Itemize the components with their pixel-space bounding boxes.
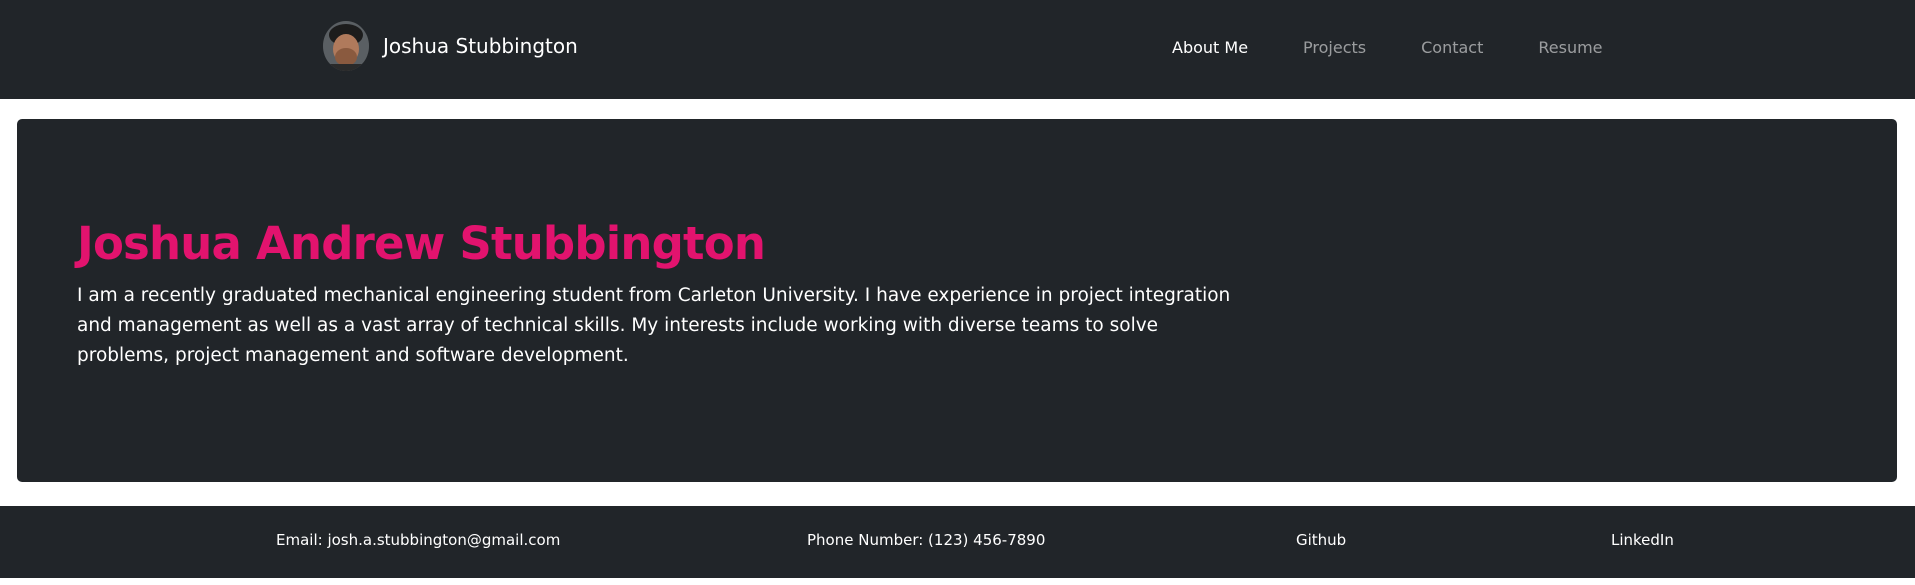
- hero-section: Joshua Andrew Stubbington I am a recentl…: [17, 119, 1897, 482]
- brand-name: Joshua Stubbington: [383, 34, 578, 58]
- footer: Email: josh.a.stubbington@gmail.com Phon…: [0, 506, 1915, 578]
- footer-github-link[interactable]: Github: [1296, 530, 1346, 550]
- footer-linkedin-link[interactable]: LinkedIn: [1611, 530, 1674, 550]
- nav-links: About Me Projects Contact Resume: [1172, 35, 1603, 59]
- nav-link-resume[interactable]: Resume: [1538, 38, 1602, 57]
- hero-description: I am a recently graduated mechanical eng…: [77, 285, 1231, 366]
- nav-link-projects[interactable]: Projects: [1303, 38, 1366, 57]
- nav-link-about-me[interactable]: About Me: [1172, 38, 1248, 57]
- top-navbar: Joshua Stubbington About Me Projects Con…: [0, 0, 1915, 99]
- hero-title: Joshua Andrew Stubbington: [77, 217, 766, 270]
- brand-link[interactable]: Joshua Stubbington: [323, 20, 578, 72]
- footer-phone: Phone Number: (123) 456-7890: [807, 531, 1046, 549]
- profile-avatar: [323, 21, 369, 71]
- nav-link-contact[interactable]: Contact: [1421, 38, 1483, 57]
- footer-email: Email: josh.a.stubbington@gmail.com: [276, 531, 561, 549]
